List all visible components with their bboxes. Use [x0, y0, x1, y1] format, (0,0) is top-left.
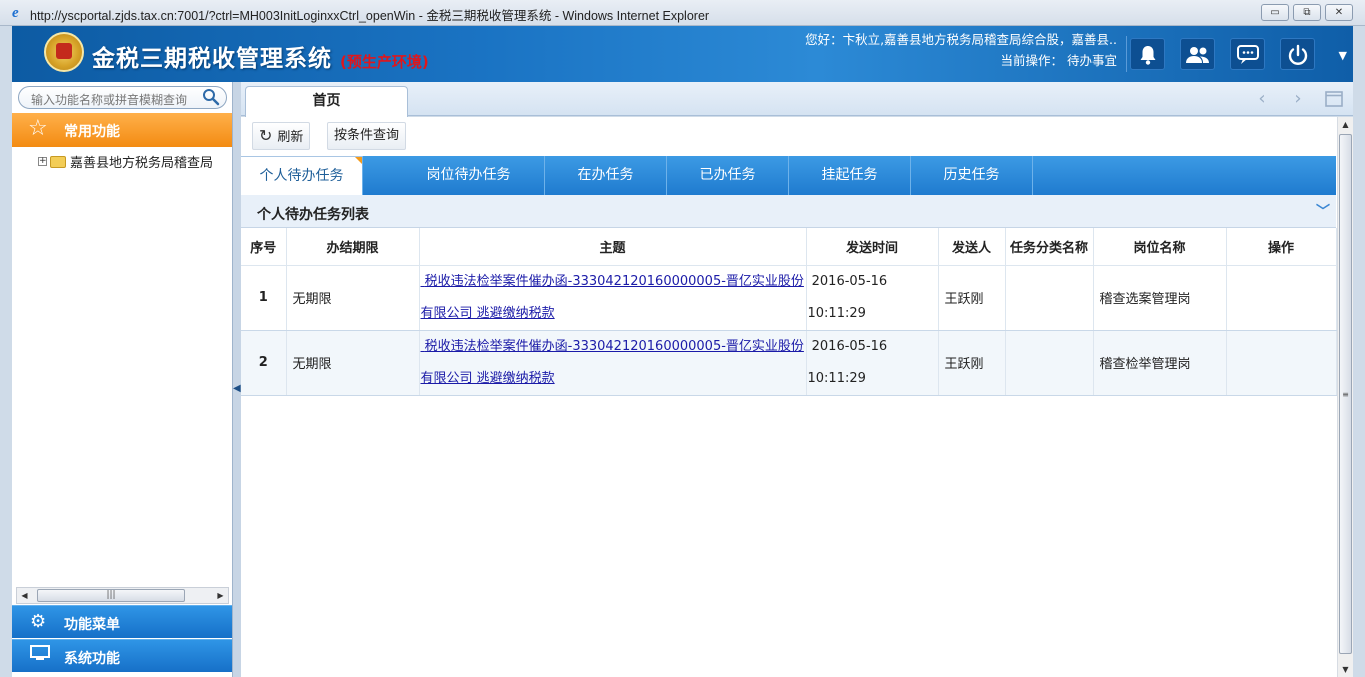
col-sender: 发送人 [938, 228, 1006, 266]
search-placeholder[interactable]: 输入功能名称或拼音模糊查询 [31, 91, 203, 108]
expand-icon[interactable]: + [38, 157, 47, 166]
scroll-down-icon[interactable]: ▼ [1338, 662, 1353, 677]
page-tab-bar: 首页 ‹ › [241, 82, 1353, 117]
tree-item-jiashan-inspection[interactable]: + 嘉善县地方税务局稽查局 [38, 152, 213, 171]
header-dropdown-icon[interactable]: ▼ [1339, 49, 1347, 62]
maximize-panel-icon[interactable] [1319, 88, 1349, 112]
row-sender: 王跃刚 [938, 265, 1006, 331]
refresh-button[interactable]: ↻ 刷新 [252, 122, 311, 150]
chat-icon[interactable] [1230, 38, 1265, 70]
collapse-sidebar-icon[interactable]: ◀ [233, 382, 241, 396]
window-controls: ▭ ⧉ ✕ [1261, 4, 1353, 21]
row-operation[interactable] [1226, 330, 1337, 396]
monitor-icon [30, 645, 50, 667]
row-operation[interactable] [1226, 265, 1337, 331]
scroll-thumb[interactable]: ||| [37, 589, 185, 602]
toolbar: ↻ 刷新 按条件查询 [241, 117, 1336, 155]
common-functions-header[interactable]: ☆ 常用功能 [12, 113, 232, 147]
col-send-time: 发送时间 [806, 228, 939, 266]
nav-system-functions-label: 系统功能 [64, 651, 120, 667]
list-header: 个人待办任务列表 ﹀ [241, 195, 1336, 228]
tab-home[interactable]: 首页 [245, 86, 408, 117]
tab-next-icon[interactable]: › [1283, 88, 1313, 112]
close-icon[interactable]: ✕ [1325, 4, 1353, 21]
tab-in-progress[interactable]: 在办任务 [545, 156, 667, 195]
tab-done[interactable]: 已办任务 [667, 156, 789, 195]
minimize-icon[interactable]: ▭ [1261, 4, 1289, 21]
col-category: 任务分类名称 [1005, 228, 1094, 266]
refresh-icon: ↻ [259, 126, 273, 145]
tree-item-label[interactable]: 嘉善县地方税务局稽查局 [70, 156, 213, 171]
app-title: 金税三期税收管理系统 [92, 46, 332, 72]
col-index: 序号 [241, 228, 287, 266]
scroll-left-icon[interactable]: ◀ [17, 588, 32, 603]
sidebar-splitter[interactable]: ◀ [233, 82, 241, 677]
row-subject[interactable]: 税收违法检举案件催办函-33304212016000000​5-晋亿实业股份 有限… [419, 330, 807, 396]
search-icon[interactable] [202, 88, 220, 110]
row-index: 1 [241, 265, 287, 331]
subject-link[interactable]: 税收违法检举案件催办函-33304212016000000​5-晋亿实业股份 有限… [421, 274, 804, 321]
app-header: 金税三期税收管理系统 (预生产环境) 您好：卞秋立,嘉善县地方税务局稽查局综合股… [12, 26, 1353, 82]
users-icon[interactable] [1180, 38, 1215, 70]
header-divider [1126, 36, 1127, 72]
main-content: ↻ 刷新 按条件查询 个人待办任务 岗位待办任务 在办任务 已办任务 挂起任务 历… [241, 117, 1353, 677]
col-deadline: 办结期限 [286, 228, 420, 266]
table-row[interactable]: 1 无期限 税收违法检举案件催办函-33304212016000000​5-晋亿… [241, 265, 1337, 331]
gear-icon: ⚙ [30, 611, 47, 632]
tax-emblem-icon [44, 32, 84, 72]
col-operation: 操作 [1226, 228, 1337, 266]
task-table: 序号 办结期限 主题 发送时间 发送人 任务分类名称 岗位名称 操作 1 无期限… [241, 228, 1337, 396]
function-search-box[interactable]: 输入功能名称或拼音模糊查询 [18, 86, 227, 109]
power-icon[interactable] [1280, 38, 1315, 70]
row-deadline: 无期限 [286, 265, 420, 331]
scroll-up-icon[interactable]: ▲ [1338, 117, 1353, 132]
user-greeting: 您好：卞秋立,嘉善县地方税务局稽查局综合股，嘉善县.. [805, 32, 1117, 47]
row-post: 稽查选案管理岗 [1093, 265, 1227, 331]
row-send-time: 2016-05-16 10:11:29 [806, 330, 939, 396]
restore-icon[interactable]: ⧉ [1293, 4, 1321, 21]
row-post: 稽查检举管理岗 [1093, 330, 1227, 396]
tab-personal-todo[interactable]: 个人待办任务 [241, 156, 363, 195]
row-subject[interactable]: 税收违法检举案件催办函-33304212016000000​5-晋亿实业股份 有限… [419, 265, 807, 331]
nav-function-menu-label: 功能菜单 [64, 617, 120, 633]
table-row[interactable]: 2 无期限 税收违法检举案件催办函-33304212016000000​5-晋亿… [241, 330, 1337, 396]
list-title: 个人待办任务列表 [257, 207, 369, 223]
current-operation: 当前操作： 待办事宜 [1000, 53, 1117, 68]
scroll-thumb[interactable]: ≡ [1339, 134, 1352, 654]
header-icon-group [1130, 38, 1315, 70]
bell-icon[interactable] [1130, 38, 1165, 70]
collapse-chevron-icon[interactable]: ﹀ [1316, 201, 1330, 221]
window-title: http://yscportal.zjds.tax.cn:7001/?ctrl=… [30, 9, 710, 23]
row-send-time: 2016-05-16 10:11:29 [806, 265, 939, 331]
task-tabs: 个人待办任务 岗位待办任务 在办任务 已办任务 挂起任务 历史任务 [241, 156, 1336, 195]
col-post: 岗位名称 [1093, 228, 1227, 266]
ie-logo-icon: e [12, 5, 19, 21]
col-subject: 主题 [419, 228, 807, 266]
scroll-right-icon[interactable]: ▶ [213, 588, 228, 603]
subject-link[interactable]: 税收违法检举案件催办函-33304212016000000​5-晋亿实业股份 有限… [421, 339, 804, 386]
tab-prev-icon[interactable]: ‹ [1247, 88, 1277, 112]
row-sender: 王跃刚 [938, 330, 1006, 396]
content-vertical-scrollbar[interactable]: ▲ ≡ ▼ [1337, 117, 1353, 677]
sidebar-horizontal-scrollbar[interactable]: ◀ ||| ▶ [16, 587, 229, 604]
browser-titlebar: e http://yscportal.zjds.tax.cn:7001/?ctr… [0, 0, 1365, 26]
refresh-label: 刷新 [277, 130, 304, 145]
star-icon: ☆ [28, 116, 48, 141]
row-category [1005, 330, 1094, 396]
environment-tag: (预生产环境) [340, 53, 429, 71]
tab-history[interactable]: 历史任务 [911, 156, 1033, 195]
table-header-row: 序号 办结期限 主题 发送时间 发送人 任务分类名称 岗位名称 操作 [241, 228, 1337, 266]
condition-query-button[interactable]: 按条件查询 [327, 122, 407, 150]
tab-post-todo[interactable]: 岗位待办任务 [393, 156, 545, 195]
row-index: 2 [241, 330, 287, 396]
row-deadline: 无期限 [286, 330, 420, 396]
tab-suspended[interactable]: 挂起任务 [789, 156, 911, 195]
nav-system-functions[interactable]: 系统功能 [12, 639, 232, 672]
common-functions-label: 常用功能 [64, 124, 120, 140]
nav-function-menu[interactable]: ⚙ 功能菜单 [12, 605, 232, 638]
folder-icon [50, 155, 66, 168]
row-category [1005, 265, 1094, 331]
left-sidebar: 输入功能名称或拼音模糊查询 ☆ 常用功能 + 嘉善县地方税务局稽查局 ◀ ||| … [12, 82, 233, 677]
